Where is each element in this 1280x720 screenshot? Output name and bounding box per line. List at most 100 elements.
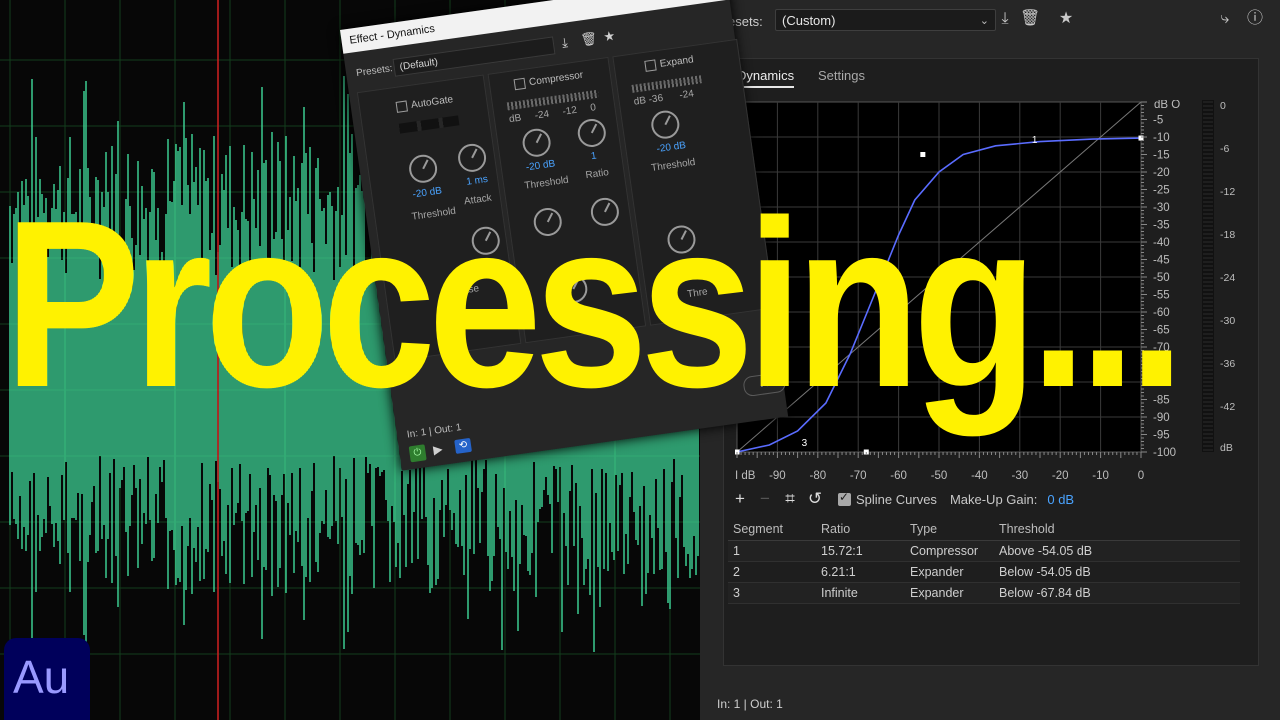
meter-tick-label: -24 [1220, 272, 1235, 284]
table-cell: Above -54.05 dB [994, 540, 1240, 562]
tab-dynamics[interactable]: Dynamics [737, 68, 795, 88]
autogate-label: AutoGate [410, 94, 454, 111]
y-tick-label: -100 [1153, 447, 1176, 459]
autogate-lights [398, 115, 460, 134]
table-cell: 6.21:1 [816, 561, 905, 583]
spline-checkbox[interactable] [838, 490, 851, 506]
output-level-meter: 0 -6 -12 -18 -24 -30 -36 -42 dB [1202, 100, 1235, 454]
reset-icon[interactable]: ↺ [805, 489, 825, 509]
star-icon[interactable]: ★ [1056, 9, 1076, 29]
x-tick-label: 0 [1138, 470, 1144, 482]
column-header: Ratio [816, 518, 905, 541]
column-header: Segment [728, 518, 816, 541]
y-tick-label: -15 [1153, 150, 1170, 162]
table-row[interactable]: 1 15.72:1 Compressor Above -54.05 dB [728, 540, 1240, 562]
audition-logo: Au [4, 638, 90, 720]
tab-settings[interactable]: Settings [818, 68, 865, 83]
meter-unit: dB [1220, 442, 1233, 454]
threshold-knob[interactable] [649, 108, 682, 141]
presets-dropdown[interactable]: (Custom) ⌄ [775, 9, 996, 31]
meter-tick: -24 [534, 108, 550, 122]
meter-tick: -24 [678, 88, 695, 102]
meter-tick-label: -30 [1220, 315, 1235, 327]
routing-icon[interactable]: ⤷ [1215, 9, 1235, 29]
remove-point-icon[interactable]: − [755, 489, 775, 509]
threshold-knob[interactable] [520, 126, 553, 159]
fx-presets-value: (Default) [399, 56, 439, 73]
loop-button[interactable]: ⟲ [454, 437, 472, 454]
y-tick-label: -10 [1153, 132, 1170, 144]
x-tick-label: -20 [1052, 470, 1069, 482]
table-cell: 15.72:1 [816, 540, 905, 562]
table-cell: Expander [905, 582, 994, 604]
x-axis-label: I dB [735, 470, 756, 482]
autogate-toggle[interactable]: AutoGate [395, 94, 454, 113]
expander-checkbox[interactable] [644, 59, 657, 72]
expander-label: Expand [659, 54, 695, 70]
makeup-gain-value[interactable]: 0 dB [1047, 492, 1074, 507]
autogate-checkbox[interactable] [395, 100, 408, 113]
table-row[interactable]: 2 6.21:1 Expander Below -54.05 dB [728, 561, 1240, 583]
compressor-meter [506, 89, 599, 111]
column-header: Threshold [994, 518, 1240, 541]
table-header: Segment Ratio Type Threshold [728, 518, 1240, 541]
x-tick-label: -30 [1011, 470, 1028, 482]
table-cell: Infinite [816, 582, 905, 604]
meter-tick: dB -36 [633, 92, 664, 108]
segment-table: Segment Ratio Type Threshold 1 15.72:1 C… [728, 518, 1240, 604]
compressor-label: Compressor [528, 69, 584, 89]
trash-icon[interactable]: 🗑 [580, 30, 599, 48]
attack-knob[interactable] [456, 142, 488, 174]
trash-icon[interactable]: 🗑 [1020, 9, 1040, 29]
x-tick-label: -60 [890, 470, 907, 482]
point-label: 1 [1032, 135, 1038, 146]
meter-tick-label: -18 [1220, 229, 1235, 241]
meter-tick-label: -6 [1220, 143, 1229, 155]
meter-tick-label: -42 [1220, 401, 1235, 413]
x-tick-label: -90 [769, 470, 786, 482]
meter-tick-label: 0 [1220, 100, 1226, 112]
ratio-value[interactable]: 1 [590, 151, 597, 163]
ratio-knob[interactable] [575, 117, 608, 149]
x-tick-label: -10 [1092, 470, 1109, 482]
makeup-gain-label: Make-Up Gain: [949, 491, 1038, 507]
table-row[interactable]: 3 Infinite Expander Below -67.84 dB [728, 582, 1240, 604]
download-icon[interactable]: ⤓ [561, 35, 569, 52]
meter-tick: dB [508, 112, 523, 126]
meter-tick-label: -36 [1220, 358, 1235, 370]
graph-toolbar: + − ⌗ ↺ Spline Curves Make-Up Gain: 0 dB [730, 488, 1074, 510]
add-point-icon[interactable]: + [730, 489, 750, 509]
table-cell: Compressor [905, 540, 994, 562]
expander-toggle[interactable]: Expand [644, 54, 694, 72]
point-label: 3 [802, 438, 808, 449]
power-button[interactable]: ⏻ [408, 444, 427, 463]
meter-tick-label: -12 [1220, 186, 1235, 198]
table-cell: 3 [728, 582, 816, 604]
table-cell: Below -54.05 dB [994, 561, 1240, 583]
play-button[interactable]: ▶ [432, 442, 443, 457]
compressor-toggle[interactable]: Compressor [513, 69, 584, 91]
panel-status: In: 1 | Out: 1 [717, 697, 783, 711]
download-icon[interactable]: ⤓ [995, 9, 1015, 29]
table-cell: 1 [728, 540, 816, 562]
info-icon[interactable]: ⓘ [1245, 9, 1265, 29]
meter-tick: 0 [589, 102, 597, 114]
curve-control-point [1138, 135, 1144, 141]
star-icon[interactable]: ★ [602, 28, 616, 45]
x-tick-label: -50 [931, 470, 948, 482]
table-cell: Expander [905, 561, 994, 583]
table-cell: Below -67.84 dB [994, 582, 1240, 604]
curve-control-point [920, 152, 926, 157]
meter-tick: -12 [561, 104, 578, 118]
table-cell: 2 [728, 561, 816, 583]
compressor-checkbox[interactable] [513, 77, 526, 91]
presets-value: (Custom) [782, 13, 836, 28]
spline-label: Spline Curves [856, 491, 937, 507]
fit-icon[interactable]: ⌗ [780, 489, 800, 509]
threshold-value[interactable]: -20 dB [656, 140, 687, 155]
x-tick-label: -70 [850, 470, 867, 482]
chevron-down-icon: ⌄ [979, 15, 989, 27]
logo-text: Au [13, 651, 70, 703]
headline-text: Processing... [4, 172, 1185, 437]
fx-presets-label: Presets: [355, 63, 394, 80]
